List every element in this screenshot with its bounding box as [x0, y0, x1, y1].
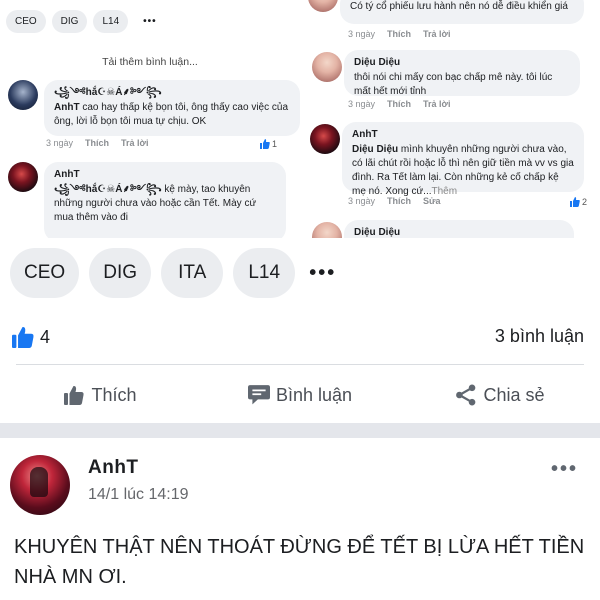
commenter-avatar [312, 52, 342, 82]
comment-like-link: Thích [85, 138, 110, 148]
tag-ita[interactable]: ITA [161, 248, 224, 298]
comment-bubble: AnhT Diệu Diệu mình khuyên những người c… [342, 122, 584, 197]
comment-meta: 3 ngày Thích Trả lời [348, 29, 450, 39]
comment-text: thôi nói chi mấy con bạc chấp mê này. tô… [354, 72, 553, 97]
comment-author: Diệu Diệu [354, 57, 401, 68]
comment-like-link: Thích [387, 99, 412, 109]
reaction-count: 1 [272, 139, 278, 149]
more-tags-icon[interactable]: ••• [305, 262, 336, 285]
comment-bubble: AnhT ꧁༺hắ☪☠Á⸙༻꧂ kệ mày, tao khuyên những… [44, 162, 286, 238]
comment-time: 3 ngày [46, 138, 74, 148]
comment-reactions: 1 [260, 139, 277, 149]
commenter-avatar [8, 162, 38, 192]
mini-more-icon: ••• [143, 16, 157, 27]
post-author-name[interactable]: AnhT [88, 457, 139, 479]
comment-button-label: Bình luận [275, 384, 353, 405]
share-button-label: Chia sẻ [483, 384, 545, 405]
comment-reply-link: Trả lời [121, 138, 149, 148]
comments-screenshot-collage: CEO DIG L14 ••• Tải thêm bình luận... ꧁༺… [0, 0, 600, 238]
stock-tags-row: CEO DIG ITA L14 ••• [10, 248, 336, 298]
comment-icon [247, 385, 270, 405]
comment-text: Diệu Diệu mình khuyên những người chưa v… [352, 144, 574, 197]
comment-button[interactable]: Bình luận [200, 376, 400, 414]
comment-bubble: Diệu Diệu [344, 220, 574, 238]
comment-meta: 3 ngày Thích Trả lời [46, 138, 148, 148]
share-button[interactable]: Chia sẻ [400, 376, 600, 414]
mention-tag: Diệu Diệu [352, 144, 399, 155]
comments-count[interactable]: 3 bình luận [495, 326, 584, 347]
comment-like-link: Thích [387, 29, 412, 39]
commenter-avatar [312, 222, 342, 238]
likes-summary[interactable]: 4 [12, 326, 50, 348]
reaction-count: 2 [582, 197, 588, 207]
mini-tag-dig: DIG [51, 10, 88, 33]
comment-bubble: ꧁༺hắ☪☠Á⸙༻꧂ AnhT cao hay thấp kệ bọn tôi,… [44, 80, 300, 136]
thumbs-up-icon [570, 197, 580, 207]
post-actions-bar: Thích Bình luận Chia sẻ [0, 376, 600, 414]
comment-like-link: Thích [387, 196, 412, 206]
thumbs-up-icon [12, 327, 34, 348]
like-button-label: Thích [91, 384, 137, 405]
mini-tag-ceo: CEO [6, 10, 46, 33]
comment-bubble: Diệu Diệu thôi nói chi mấy con bạc chấp … [344, 50, 580, 97]
thumbs-up-icon [260, 139, 270, 149]
comment-author: AnhT [352, 129, 378, 140]
mention-tag: ꧁༺hắ☪☠Á⸙༻꧂ [54, 184, 162, 195]
divider [16, 364, 584, 365]
commenter-avatar [308, 0, 338, 12]
mini-tag-l14: L14 [93, 10, 129, 33]
tag-ceo[interactable]: CEO [10, 248, 80, 298]
comment-meta: 3 ngày Thích Trả lời [348, 99, 450, 109]
post-options-icon[interactable]: ••• [551, 458, 578, 481]
collage-right-panel: Có tý cổ phiếu lưu hành nên nó dễ điều k… [300, 0, 600, 238]
comment-author: ꧁༺hắ☪☠Á⸙༻꧂ [54, 87, 162, 98]
likes-count: 4 [40, 326, 51, 347]
thumbs-up-icon [64, 385, 85, 405]
post-timestamp[interactable]: 14/1 lúc 14:19 [88, 486, 189, 504]
comment-time: 3 ngày [348, 99, 376, 109]
commenter-avatar [8, 80, 38, 110]
comment-author: Diệu Diệu [354, 227, 401, 238]
comment-text: Có tý cổ phiếu lưu hành nên nó dễ điều k… [350, 1, 568, 12]
commenter-avatar [310, 124, 340, 154]
comment-reply-link: Trả lời [423, 99, 451, 109]
comment-time: 3 ngày [348, 196, 376, 206]
comment-bubble: Có tý cổ phiếu lưu hành nên nó dễ điều k… [340, 0, 584, 24]
comment-meta: 3 ngày Thích Sửa [348, 196, 441, 206]
comment-edit-link: Sửa [423, 196, 441, 206]
load-more-comments: Tải thêm bình luận... [102, 56, 198, 68]
mention-tag: AnhT [54, 102, 80, 113]
section-separator [0, 423, 600, 438]
mini-tags-row: CEO DIG L14 ••• [6, 10, 166, 33]
post-body-text: KHUYÊN THẬT NÊN THOÁT ĐỪNG ĐỂ TẾT BỊ LỪA… [14, 536, 585, 588]
comment-time: 3 ngày [348, 29, 376, 39]
share-icon [456, 384, 476, 406]
comment-reply-link: Trả lời [423, 29, 451, 39]
comment-text: AnhT cao hay thấp kệ bọn tôi, ông thấy c… [54, 102, 289, 127]
like-button[interactable]: Thích [0, 376, 200, 414]
collage-left-panel: CEO DIG L14 ••• Tải thêm bình luận... ꧁༺… [0, 0, 300, 238]
author-avatar[interactable] [10, 455, 70, 515]
comment-reactions: 2 [570, 197, 587, 207]
comment-author: AnhT [54, 169, 80, 180]
comment-text: ꧁༺hắ☪☠Á⸙༻꧂ kệ mày, tao khuyên những ngườ… [54, 184, 257, 223]
tag-dig[interactable]: DIG [89, 248, 152, 298]
tag-l14[interactable]: L14 [233, 248, 296, 298]
